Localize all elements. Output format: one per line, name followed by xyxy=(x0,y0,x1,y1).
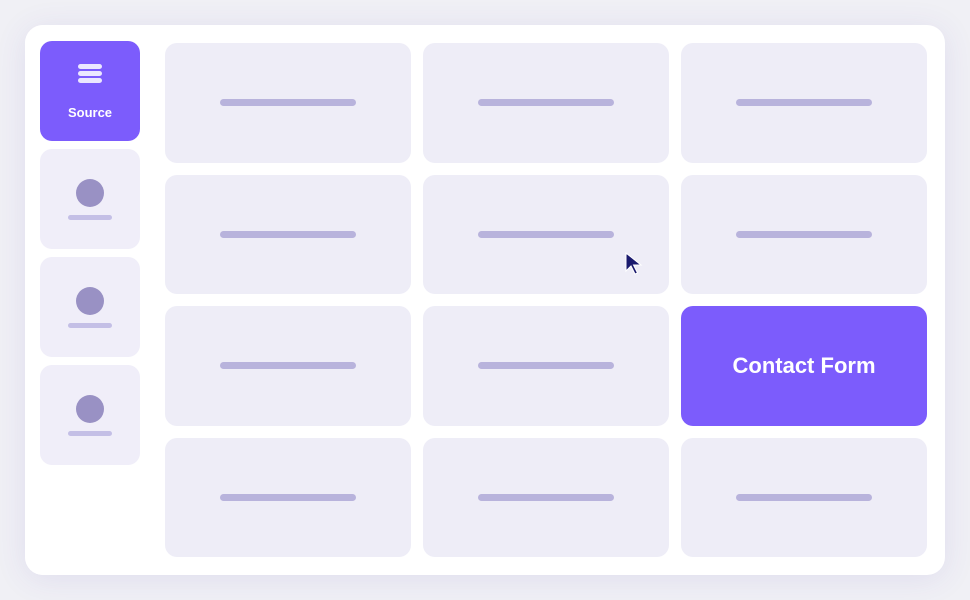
sidebar-item-source-label: Source xyxy=(68,105,112,120)
grid-row-1 xyxy=(165,175,927,295)
grid-cell-r2c0[interactable] xyxy=(165,306,411,426)
cell-bar xyxy=(220,231,355,238)
grid-cell-r0c0[interactable] xyxy=(165,43,411,163)
grid-cell-r2c1[interactable] xyxy=(423,306,669,426)
cell-bar xyxy=(478,99,613,106)
grid-cell-r1c1[interactable] xyxy=(423,175,669,295)
main-grid-area: Contact Form xyxy=(155,25,945,575)
grid-row-2: Contact Form xyxy=(165,306,927,426)
sidebar-item-user1[interactable] xyxy=(40,149,140,249)
user2-bar xyxy=(68,323,112,328)
cursor-overlay xyxy=(623,251,645,282)
grid-cell-r1c2[interactable] xyxy=(681,175,927,295)
user3-bar xyxy=(68,431,112,436)
cell-bar xyxy=(220,99,355,106)
sidebar: Source xyxy=(25,25,155,575)
app-container: Source xyxy=(25,25,945,575)
grid-cell-r2c2-contact-form[interactable]: Contact Form xyxy=(681,306,927,426)
cell-bar xyxy=(220,362,355,369)
user2-avatar xyxy=(76,287,104,315)
sidebar-item-user3[interactable] xyxy=(40,365,140,465)
user1-bar xyxy=(68,215,112,220)
grid-cell-r0c2[interactable] xyxy=(681,43,927,163)
cell-bar xyxy=(736,231,871,238)
grid-row-0 xyxy=(165,43,927,163)
cell-bar xyxy=(736,494,871,501)
user3-avatar xyxy=(76,395,104,423)
sidebar-item-source[interactable]: Source xyxy=(40,41,140,141)
cell-bar xyxy=(736,99,871,106)
grid-cell-r1c0[interactable] xyxy=(165,175,411,295)
sidebar-item-user2[interactable] xyxy=(40,257,140,357)
layers-icon xyxy=(74,62,106,97)
cell-bar xyxy=(478,231,613,238)
grid-cell-r3c0[interactable] xyxy=(165,438,411,558)
cell-bar xyxy=(220,494,355,501)
cell-bar xyxy=(478,494,613,501)
contact-form-label: Contact Form xyxy=(733,353,876,379)
grid-row-3 xyxy=(165,438,927,558)
grid-cell-r3c2[interactable] xyxy=(681,438,927,558)
user1-avatar xyxy=(76,179,104,207)
cell-bar xyxy=(478,362,613,369)
grid-cell-r3c1[interactable] xyxy=(423,438,669,558)
grid-cell-r0c1[interactable] xyxy=(423,43,669,163)
